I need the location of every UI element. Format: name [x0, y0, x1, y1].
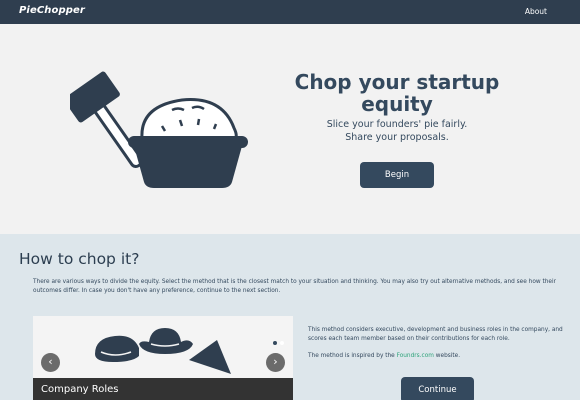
navbar: PieChopper About: [0, 0, 580, 24]
section-description: There are various ways to divide the equ…: [33, 279, 556, 294]
nav-about-link[interactable]: About: [525, 7, 547, 16]
carousel-caption: Company Roles: [33, 378, 293, 400]
hero-subtitle: Slice your founders' pie fairly. Share y…: [290, 118, 504, 144]
carousel-caption-text: Company Roles: [41, 384, 119, 395]
method-text-2-prefix: The method is inspired by the: [308, 353, 397, 359]
method-description: This method considers executive, develop…: [308, 326, 566, 369]
method-text-1: This method considers executive, develop…: [308, 327, 563, 342]
method-carousel[interactable]: ‹ › Company Roles: [33, 316, 293, 400]
begin-button[interactable]: Begin: [360, 162, 434, 188]
carousel-next-button[interactable]: ›: [266, 353, 285, 372]
carousel-indicator-1[interactable]: [273, 341, 277, 345]
carousel-prev-button[interactable]: ‹: [41, 353, 60, 372]
hero-title: Chop your startup equity: [294, 70, 500, 116]
carousel-indicators: [270, 330, 284, 349]
carousel-indicator-2[interactable]: [280, 341, 284, 345]
method-text-2: The method is inspired by the Foundrs.co…: [308, 352, 566, 361]
hero-section: Chop your startup equity Slice your foun…: [0, 24, 580, 234]
brand-logo[interactable]: PieChopper: [19, 5, 85, 16]
how-to-chop-section: How to chop it? There are various ways t…: [0, 234, 580, 400]
continue-button[interactable]: Continue: [401, 377, 474, 400]
section-title: How to chop it?: [19, 250, 140, 268]
foundrs-link[interactable]: Foundrs.com: [397, 353, 434, 359]
pie-with-cleaver-illustration: [70, 71, 248, 188]
hero-subtitle-line-1: Slice your founders' pie fairly.: [326, 119, 468, 130]
hero-subtitle-line-2: Share your proposals.: [345, 132, 449, 143]
hats-illustration: [95, 328, 231, 374]
method-text-2-suffix: website.: [433, 353, 461, 359]
